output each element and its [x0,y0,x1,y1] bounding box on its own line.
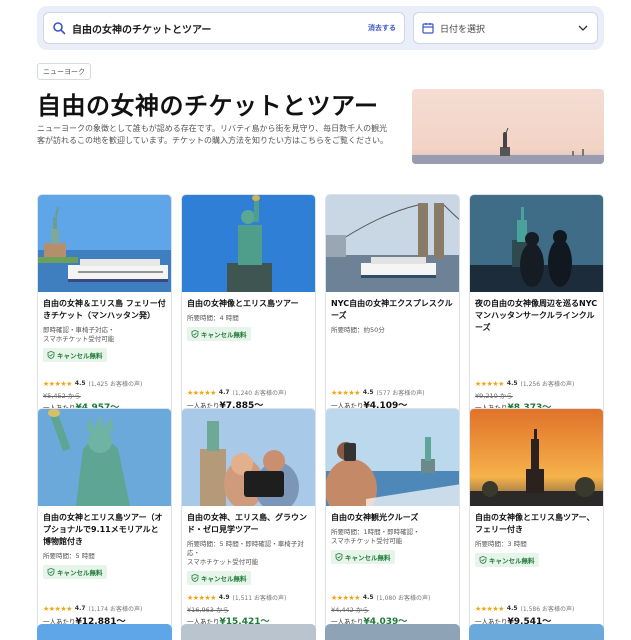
tour-title[interactable]: 夜の自由の女神像周辺を巡るNYCマンハッタンサークルラインクルーズ [475,298,598,334]
tour-title[interactable]: 自由の女神とエリス島ツアー（オプショナルで9.11メモリアルと博物館付き [43,512,166,548]
rating-row: ★★★★★ 4.5 (1,425 お客様の声) [43,379,143,389]
calendar-icon [422,23,434,34]
hero-image [412,89,604,164]
tour-title[interactable]: NYC自由の女神エクスプレスクルーズ [331,298,454,322]
chevron-down-icon[interactable] [577,22,589,34]
tour-card[interactable]: 夜の自由の女神像周辺を巡るNYCマンハッタンサークルラインクルーズ ★★★★★ 4… [469,194,604,417]
tour-image [326,409,459,506]
tour-image [326,195,459,292]
tour-meta: 所要時間：5 時間 [43,552,95,560]
tour-image [38,409,171,506]
tour-card[interactable]: 自由の女神、エリス島、グラウンド・ゼロ見学ツアー 所要時間：5 時間・即時確認・… [181,408,316,631]
tour-image [182,409,315,506]
tour-card[interactable]: 自由の女神像とエリス島ツアー 所要時間：4 時間 キャンセル無料 ★★★★★ 4.… [181,194,316,417]
tour-card-partial[interactable] [325,624,460,640]
star-icons: ★★★★★ [43,379,72,388]
shield-check-icon [335,553,343,561]
tour-meta: 即時確認・車椅子対応・ スマホチケット受付可能 [43,326,115,343]
breadcrumb[interactable]: ニューヨーク [37,63,91,80]
free-cancel-badge: キャンセル無料 [475,553,539,567]
star-icons: ★★★★★ [331,388,360,397]
tour-card[interactable]: 自由の女神像とエリス島ツアー、フェリー付き 所要時間：3 時間 キャンセル無料 … [469,408,604,631]
rating-row: ★★★★★ 4.5 (1,256 お客様の声) [475,379,575,389]
date-placeholder: 日付を選択 [440,24,486,35]
tour-title[interactable]: 自由の女神像とエリス島ツアー [187,298,310,310]
tour-image [182,195,315,292]
rating-row: ★★★★★ 4.5 (1,586 お客様の声) [475,604,575,614]
star-icons: ★★★★★ [187,593,216,602]
star-icons: ★★★★★ [475,379,504,388]
tour-card-partial[interactable] [469,624,604,640]
star-icons: ★★★★★ [331,593,360,602]
star-icons: ★★★★★ [475,604,504,613]
free-cancel-badge: キャンセル無料 [187,571,251,585]
tour-title[interactable]: 自由の女神観光クルーズ [331,512,454,524]
tour-meta: 所要時間：4 時間 [187,314,239,322]
rating-row: ★★★★★ 4.5 (577 お客様の声) [331,388,425,398]
tour-card-partial[interactable] [37,624,172,640]
tour-card[interactable]: 自由の女神＆エリス島 フェリー付きチケット（マンハッタン発） 即時確認・車椅子対… [37,194,172,417]
page-description: ニューヨークの象徴として誰もが認める存在です。リバティ島から街を見守り、毎日数千… [37,124,388,145]
date-picker[interactable]: 日付を選択 [413,12,598,44]
shield-check-icon [47,351,55,359]
tour-card[interactable]: NYC自由の女神エクスプレスクルーズ 所要時間：約50分 ★★★★★ 4.5 (57… [325,194,460,417]
rating-row: ★★★★★ 4.9 (1,511 お客様の声) [187,593,287,603]
shield-check-icon [479,556,487,564]
tour-card-partial[interactable] [181,624,316,640]
search-bar: 自由の女神のチケットとツアー 消去する 日付を選択 [37,6,604,50]
tour-title[interactable]: 自由の女神、エリス島、グラウンド・ゼロ見学ツアー [187,512,310,536]
search-icon [53,22,66,35]
shield-check-icon [191,574,199,582]
tour-title[interactable]: 自由の女神＆エリス島 フェリー付きチケット（マンハッタン発） [43,298,166,322]
tour-card[interactable]: 自由の女神観光クルーズ 所要時間：1時間・即時確認・ スマホチケット受付可能 キャ… [325,408,460,631]
shield-check-icon [191,330,199,338]
clear-button[interactable]: 消去する [368,23,396,33]
tour-image [470,195,603,292]
star-icons: ★★★★★ [43,604,72,613]
free-cancel-badge: キャンセル無料 [331,550,395,564]
page-title: 自由の女神のチケットとツアー [37,92,379,120]
tour-title[interactable]: 自由の女神像とエリス島ツアー、フェリー付き [475,512,598,536]
old-price: ¥5,452 から [43,392,81,400]
old-price: ¥9,210 から [475,392,513,400]
search-query[interactable]: 自由の女神のチケットとツアー [72,21,368,36]
tour-meta: 所要時間：1時間・即時確認・ スマホチケット受付可能 [331,528,420,545]
shield-check-icon [47,568,55,576]
old-price: ¥4,442 から [331,606,369,614]
star-icons: ★★★★★ [187,388,216,397]
tour-meta: 所要時間：5 時間・即時確認・車椅子対応・ スマホチケット受付可能 [187,540,304,566]
rating-row: ★★★★★ 4.5 (1,080 お客様の声) [331,593,431,603]
search-input[interactable]: 自由の女神のチケットとツアー 消去する [43,12,405,44]
rating-row: ★★★★★ 4.7 (1,174 お客様の声) [43,604,143,614]
free-cancel-badge: キャンセル無料 [187,327,251,341]
tour-meta: 所要時間：3 時間 [475,540,527,548]
rating-row: ★★★★★ 4.7 (1,240 お客様の声) [187,388,287,398]
old-price: ¥16,963 から [187,606,229,614]
tour-image [470,409,603,506]
free-cancel-badge: キャンセル無料 [43,565,107,579]
free-cancel-badge: キャンセル無料 [43,348,107,362]
tour-image [38,195,171,292]
tour-card[interactable]: 自由の女神とエリス島ツアー（オプショナルで9.11メモリアルと博物館付き 所要時… [37,408,172,631]
tour-meta: 所要時間：約50分 [331,326,385,334]
